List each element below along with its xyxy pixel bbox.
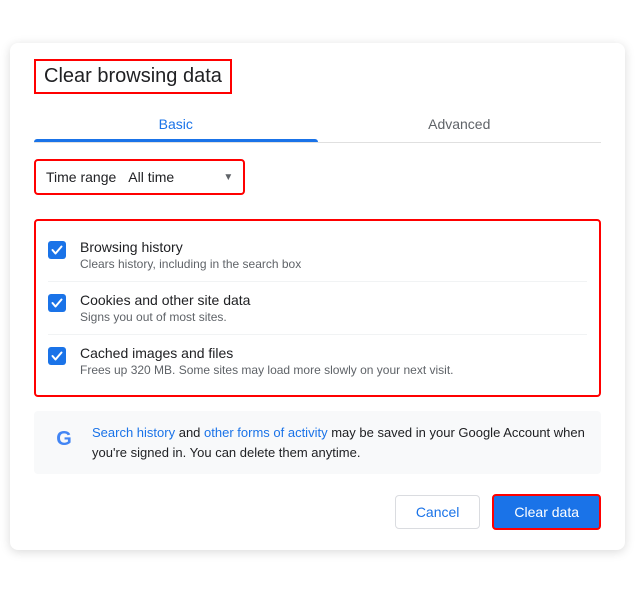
checkbox-browsing-history-box[interactable]	[48, 241, 66, 259]
checkbox-cached-title: Cached images and files	[80, 345, 453, 361]
time-range-row: Time range Last hour Last 24 hours Last …	[34, 159, 245, 195]
checkbox-browsing-history-desc: Clears history, including in the search …	[80, 257, 301, 271]
info-text: Search history and other forms of activi…	[92, 423, 587, 462]
dialog-title: Clear browsing data	[34, 59, 232, 94]
clear-data-button[interactable]: Clear data	[492, 494, 601, 530]
time-range-select[interactable]: Last hour Last 24 hours Last 7 days Last…	[128, 169, 233, 185]
checkbox-browsing-history[interactable]: Browsing history Clears history, includi…	[48, 229, 587, 281]
info-text-and: and	[179, 425, 204, 440]
checkbox-cookies-title: Cookies and other site data	[80, 292, 250, 308]
checkbox-cached-desc: Frees up 320 MB. Some sites may load mor…	[80, 363, 453, 377]
dialog-actions: Cancel Clear data	[34, 494, 601, 530]
time-range-label: Time range	[46, 169, 116, 185]
checkbox-cookies-text: Cookies and other site data Signs you ou…	[80, 292, 250, 324]
checkbox-cached-text: Cached images and files Frees up 320 MB.…	[80, 345, 453, 377]
checkboxes-section: Browsing history Clears history, includi…	[34, 219, 601, 397]
checkbox-browsing-history-title: Browsing history	[80, 239, 301, 255]
info-link-other-activity[interactable]: other forms of activity	[204, 425, 328, 440]
cancel-button[interactable]: Cancel	[395, 495, 481, 529]
checkbox-browsing-history-text: Browsing history Clears history, includi…	[80, 239, 301, 271]
tab-basic[interactable]: Basic	[34, 106, 318, 142]
google-g-icon: G	[48, 423, 80, 455]
checkbox-cookies[interactable]: Cookies and other site data Signs you ou…	[48, 281, 587, 334]
tab-advanced[interactable]: Advanced	[318, 106, 602, 142]
checkbox-cached[interactable]: Cached images and files Frees up 320 MB.…	[48, 334, 587, 387]
checkbox-cached-box[interactable]	[48, 347, 66, 365]
time-range-wrapper: Time range Last hour Last 24 hours Last …	[34, 159, 601, 207]
time-range-select-wrapper[interactable]: Last hour Last 24 hours Last 7 days Last…	[128, 169, 233, 185]
info-box: G Search history and other forms of acti…	[34, 411, 601, 474]
checkbox-cookies-box[interactable]	[48, 294, 66, 312]
info-link-search-history[interactable]: Search history	[92, 425, 175, 440]
tabs-bar: Basic Advanced	[34, 106, 601, 143]
clear-browsing-data-dialog: Clear browsing data Basic Advanced Time …	[10, 43, 625, 550]
checkbox-cookies-desc: Signs you out of most sites.	[80, 310, 250, 324]
